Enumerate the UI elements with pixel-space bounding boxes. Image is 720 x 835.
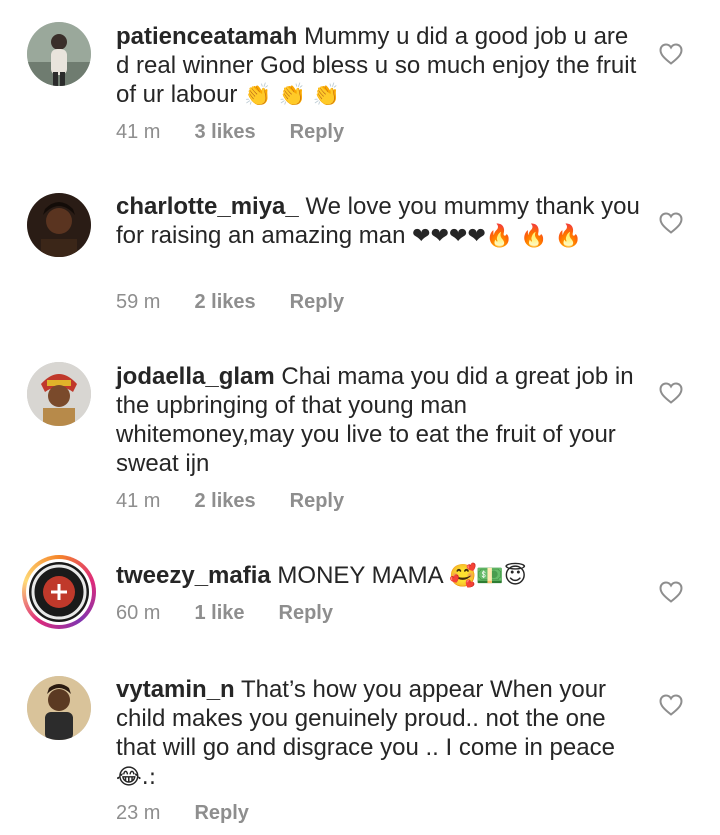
comment-time: 60 m — [116, 601, 161, 624]
avatar[interactable] — [27, 362, 91, 426]
avatar[interactable] — [27, 676, 91, 740]
comment-username[interactable]: jodaella_glam — [116, 363, 275, 390]
comment-meta: 41 m 3 likes Reply — [116, 120, 378, 144]
comment-emoji: 👏 👏 👏 — [244, 83, 341, 108]
comment-time: 41 m — [116, 120, 161, 143]
comment-text: charlotte_miya_ We love you mummy thank … — [116, 192, 646, 251]
comment-likes[interactable]: 2 likes — [194, 490, 255, 513]
comment-emoji: ❤❤❤❤🔥 🔥 🔥 — [412, 224, 583, 249]
avatar-story-ring[interactable] — [22, 555, 96, 629]
comment-text: tweezy_mafia MONEY MAMA 🥰💵😇 — [116, 561, 646, 591]
avatar — [29, 562, 89, 622]
comment-text: vytamin_n That’s how you appear When you… — [116, 675, 646, 792]
reply-button[interactable]: Reply — [279, 602, 333, 625]
comment-time: 23 m — [116, 801, 161, 824]
comment-emoji: 😂.: — [116, 765, 157, 790]
comment-username[interactable]: charlotte_miya_ — [116, 193, 299, 220]
reply-button[interactable]: Reply — [290, 291, 344, 314]
comment-emoji: 🥰💵😇 — [449, 564, 527, 589]
heart-icon[interactable] — [658, 42, 684, 66]
comment-meta: 23 m Reply — [116, 801, 283, 825]
comment-time: 59 m — [116, 290, 161, 313]
comment-text: patienceatamah Mummy u did a good job u … — [116, 22, 646, 110]
heart-icon[interactable] — [658, 693, 684, 717]
comment-meta: 59 m 2 likes Reply — [116, 290, 378, 314]
avatar[interactable] — [27, 22, 91, 86]
comment-meta: 41 m 2 likes Reply — [116, 489, 378, 513]
comment-username[interactable]: vytamin_n — [116, 676, 235, 703]
comment-likes[interactable]: 2 likes — [194, 291, 255, 314]
comment-username[interactable]: tweezy_mafia — [116, 562, 271, 589]
comment-text: jodaella_glam Chai mama you did a great … — [116, 362, 646, 478]
comment-time: 41 m — [116, 489, 161, 512]
avatar[interactable] — [27, 193, 91, 257]
heart-icon[interactable] — [658, 381, 684, 405]
reply-button[interactable]: Reply — [290, 490, 344, 513]
reply-button[interactable]: Reply — [194, 802, 248, 825]
comment-meta: 60 m 1 like Reply — [116, 601, 367, 625]
comment-body: MONEY MAMA — [277, 562, 443, 589]
comment-username[interactable]: patienceatamah — [116, 23, 297, 50]
heart-icon[interactable] — [658, 580, 684, 604]
comment-likes[interactable]: 1 like — [194, 602, 244, 625]
heart-icon[interactable] — [658, 211, 684, 235]
reply-button[interactable]: Reply — [290, 121, 344, 144]
comment-likes[interactable]: 3 likes — [194, 121, 255, 144]
